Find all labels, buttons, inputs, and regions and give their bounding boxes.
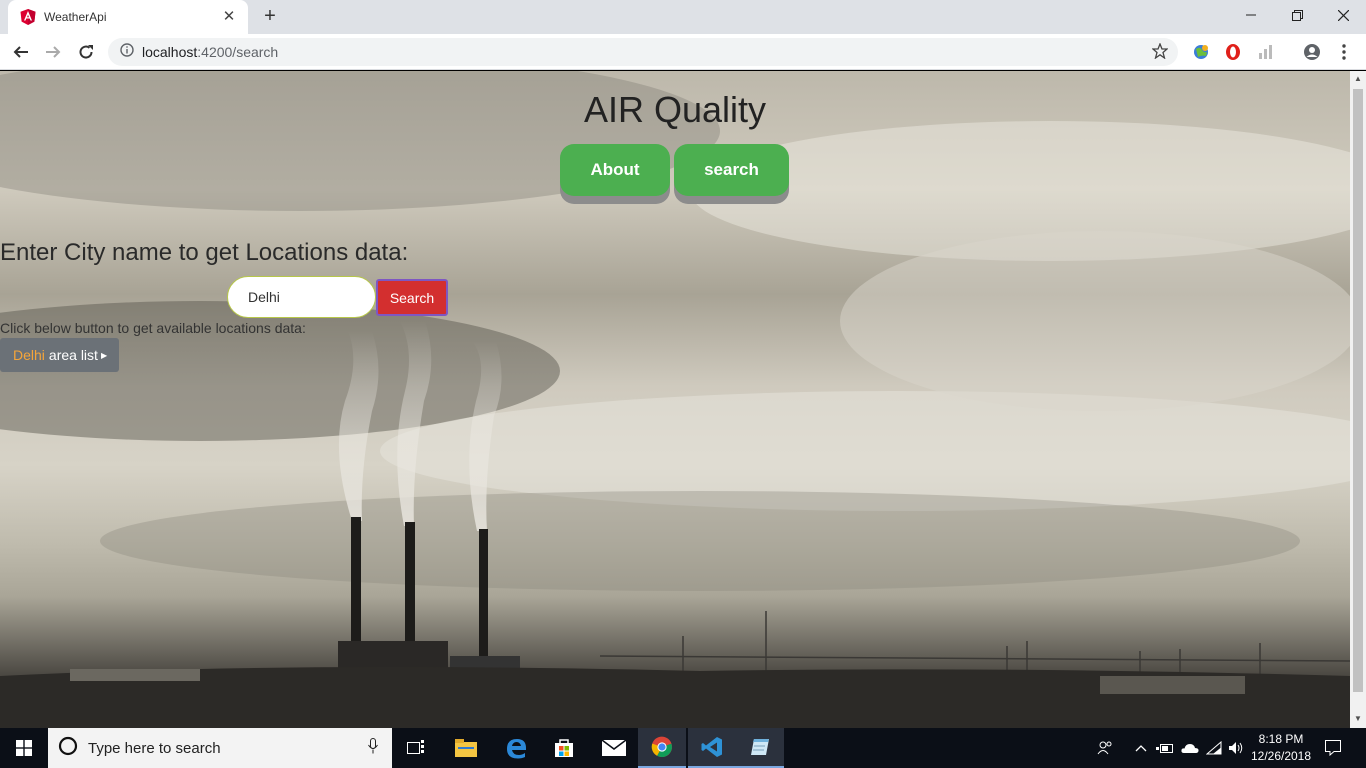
scroll-up-icon[interactable]: ▲ bbox=[1354, 74, 1362, 83]
forward-icon[interactable] bbox=[41, 40, 65, 64]
vscode-icon[interactable] bbox=[688, 728, 736, 768]
extension-globe-icon[interactable] bbox=[1192, 43, 1210, 61]
task-view-icon[interactable] bbox=[392, 728, 440, 768]
windows-start-icon[interactable] bbox=[0, 728, 48, 768]
file-explorer-icon[interactable] bbox=[442, 728, 490, 768]
search-button[interactable]: Search bbox=[376, 279, 448, 316]
reload-icon[interactable] bbox=[74, 40, 98, 64]
city-prompt: Enter City name to get Locations data: bbox=[0, 239, 409, 266]
page-scrollbar[interactable]: ▲ ▼ bbox=[1350, 71, 1366, 728]
volume-icon[interactable] bbox=[1226, 728, 1246, 768]
notification-icon[interactable] bbox=[1318, 728, 1348, 768]
url-host: localhost bbox=[142, 44, 198, 60]
browser-toolbar: localhost:4200/search bbox=[0, 34, 1366, 70]
tab-strip: WeatherApi ✕ + bbox=[0, 0, 1366, 34]
tab-title: WeatherApi bbox=[44, 10, 107, 24]
windows-taskbar: Type here to search 8:18 PM 12/26/2018 bbox=[0, 728, 1366, 768]
app-title: AIR Quality bbox=[583, 89, 767, 130]
bookmark-star-icon[interactable] bbox=[1151, 42, 1169, 64]
url-path: :4200/search bbox=[197, 44, 279, 60]
info-icon[interactable] bbox=[120, 42, 134, 62]
city-input[interactable] bbox=[227, 276, 376, 318]
taskbar-search-placeholder: Type here to search bbox=[88, 739, 221, 757]
clock-time: 8:18 PM bbox=[1258, 732, 1304, 746]
area-list-button[interactable]: Delhi area list ▶ bbox=[0, 338, 119, 372]
area-list-label: area list bbox=[48, 347, 98, 363]
about-button[interactable]: About bbox=[560, 144, 670, 196]
page-viewport: AIR Quality About search Enter City name… bbox=[0, 71, 1350, 728]
locations-hint: Click below button to get available loca… bbox=[0, 320, 306, 336]
clock-date: 12/26/2018 bbox=[1250, 749, 1312, 763]
close-window-icon[interactable] bbox=[1320, 0, 1366, 30]
notepad-icon[interactable] bbox=[736, 728, 784, 768]
mail-icon[interactable] bbox=[590, 728, 638, 768]
area-city-label: Delhi bbox=[13, 347, 45, 363]
scroll-down-icon[interactable]: ▼ bbox=[1354, 714, 1362, 723]
angular-icon bbox=[20, 9, 36, 25]
new-tab-button[interactable]: + bbox=[259, 6, 281, 28]
wifi-icon[interactable] bbox=[1204, 728, 1224, 768]
minimize-icon[interactable] bbox=[1228, 0, 1274, 30]
battery-icon[interactable] bbox=[1155, 728, 1175, 768]
chrome-icon[interactable] bbox=[638, 728, 686, 768]
people-icon[interactable] bbox=[1094, 728, 1116, 768]
menu-dots-icon[interactable] bbox=[1335, 43, 1353, 61]
restore-icon[interactable] bbox=[1274, 0, 1320, 30]
onedrive-icon[interactable] bbox=[1179, 728, 1201, 768]
store-icon[interactable] bbox=[540, 728, 588, 768]
caret-right-icon: ▶ bbox=[100, 350, 108, 360]
address-bar[interactable]: localhost:4200/search bbox=[108, 38, 1178, 66]
profile-icon[interactable] bbox=[1303, 43, 1321, 61]
chevron-up-icon[interactable] bbox=[1131, 728, 1151, 768]
cortana-icon bbox=[58, 736, 78, 761]
search-nav-button[interactable]: search bbox=[674, 144, 789, 196]
stats-extension-icon[interactable] bbox=[1257, 43, 1275, 61]
taskbar-search-box[interactable]: Type here to search bbox=[48, 728, 392, 768]
browser-tab[interactable]: WeatherApi ✕ bbox=[8, 0, 248, 34]
taskbar-clock[interactable]: 8:18 PM 12/26/2018 bbox=[1248, 731, 1314, 765]
tab-close-icon[interactable]: ✕ bbox=[220, 8, 238, 26]
opera-extension-icon[interactable] bbox=[1224, 43, 1242, 61]
microphone-icon[interactable] bbox=[368, 737, 378, 759]
back-icon[interactable] bbox=[9, 40, 33, 64]
scroll-thumb[interactable] bbox=[1353, 89, 1363, 692]
edge-icon[interactable] bbox=[492, 728, 540, 768]
